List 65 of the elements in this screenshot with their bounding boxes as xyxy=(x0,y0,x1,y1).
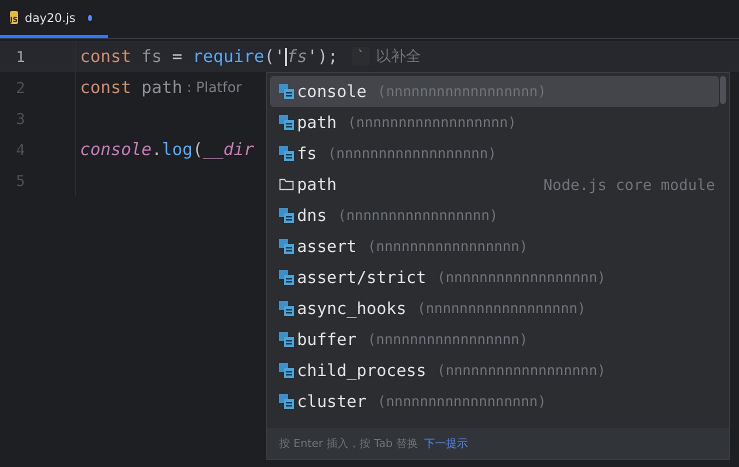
line-number: 1 xyxy=(0,41,76,72)
item-name: buffer xyxy=(297,330,357,349)
item-detail: (nnnnnnnnnnnnnnnnnn) xyxy=(328,146,496,162)
code-token: require xyxy=(192,46,264,66)
item-name: path xyxy=(297,113,337,132)
footer-text: 按 Enter 插入，按 Tab 替换 xyxy=(279,436,418,451)
module-icon xyxy=(279,84,294,99)
code-token: __dir xyxy=(202,140,254,160)
completion-item[interactable]: path Node.js core module xyxy=(270,169,719,200)
item-detail: (nnnnnnnnnnnnnnnnn) xyxy=(368,332,528,348)
item-name: console xyxy=(297,82,367,101)
item-detail: (nnnnnnnnnnnnnnnnn) xyxy=(368,238,528,254)
module-icon xyxy=(279,363,294,378)
item-detail: (nnnnnnnnnnnnnnnnnn) xyxy=(417,300,586,316)
code-token: console xyxy=(80,140,152,160)
module-icon xyxy=(279,115,294,130)
code-token: const xyxy=(80,78,132,98)
item-name: path xyxy=(297,175,337,194)
key-hint: ` xyxy=(352,47,370,66)
module-icon xyxy=(279,270,294,285)
completion-item[interactable]: path (nnnnnnnnnnnnnnnnnn) xyxy=(270,107,719,138)
module-icon xyxy=(279,394,294,409)
completion-item[interactable]: cluster (nnnnnnnnnnnnnnnnnn) xyxy=(270,386,719,417)
code-token: (' xyxy=(264,46,285,66)
module-icon xyxy=(279,301,294,316)
item-name: assert/strict xyxy=(297,268,426,287)
completion-item[interactable]: async_hooks (nnnnnnnnnnnnnnnnnn) xyxy=(270,293,719,324)
module-icon xyxy=(279,146,294,161)
item-name: assert xyxy=(297,237,357,256)
code-token: log xyxy=(162,140,193,160)
item-detail: Node.js core module xyxy=(543,176,716,194)
item-detail: (nnnnnnnnnnnnnnnnnn) xyxy=(378,394,546,410)
code-token: = xyxy=(171,46,184,66)
completion-item[interactable]: child_process (nnnnnnnnnnnnnnnnnn) xyxy=(270,355,719,386)
module-icon xyxy=(279,332,294,347)
code-token: . xyxy=(152,140,162,160)
scrollbar-thumb[interactable] xyxy=(720,76,726,104)
completion-item[interactable]: assert (nnnnnnnnnnnnnnnnn) xyxy=(270,231,719,262)
item-name: dns xyxy=(297,206,327,225)
code-token: const xyxy=(80,46,132,66)
code-token: ( xyxy=(192,140,203,160)
completion-item[interactable]: assert/strict (nnnnnnnnnnnnnnnnnn) xyxy=(270,262,719,293)
code-token: '); xyxy=(307,46,338,66)
code-token: path xyxy=(141,78,182,98)
code-token: fs xyxy=(286,46,308,66)
folder-icon xyxy=(279,178,294,191)
completion-item[interactable]: dns (nnnnnnnnnnnnnnnnn) xyxy=(270,200,719,231)
code-token: fs xyxy=(141,46,162,66)
item-name: cluster xyxy=(297,392,367,411)
item-detail: (nnnnnnnnnnnnnnnnn) xyxy=(338,208,498,224)
hint-text: 以补全 xyxy=(376,47,421,66)
type-hint: : Platfor xyxy=(186,80,242,96)
completion-item[interactable]: fs (nnnnnnnnnnnnnnnnnn) xyxy=(270,138,719,169)
item-name: child_process xyxy=(297,361,426,380)
next-tip-link[interactable]: 下一提示 xyxy=(424,436,468,451)
completion-item[interactable]: buffer (nnnnnnnnnnnnnnnnn) xyxy=(270,324,719,355)
item-detail: (nnnnnnnnnnnnnnnnnn) xyxy=(437,362,606,378)
module-icon xyxy=(279,239,294,254)
item-name: async_hooks xyxy=(297,299,406,318)
tab-title: day20.js xyxy=(24,10,76,24)
item-name: fs xyxy=(297,144,317,163)
text-cursor xyxy=(284,48,287,66)
module-icon xyxy=(279,208,294,223)
item-detail: (nnnnnnnnnnnnnnnnnn) xyxy=(437,270,606,286)
item-detail: (nnnnnnnnnnnnnnnnnn) xyxy=(348,114,516,130)
